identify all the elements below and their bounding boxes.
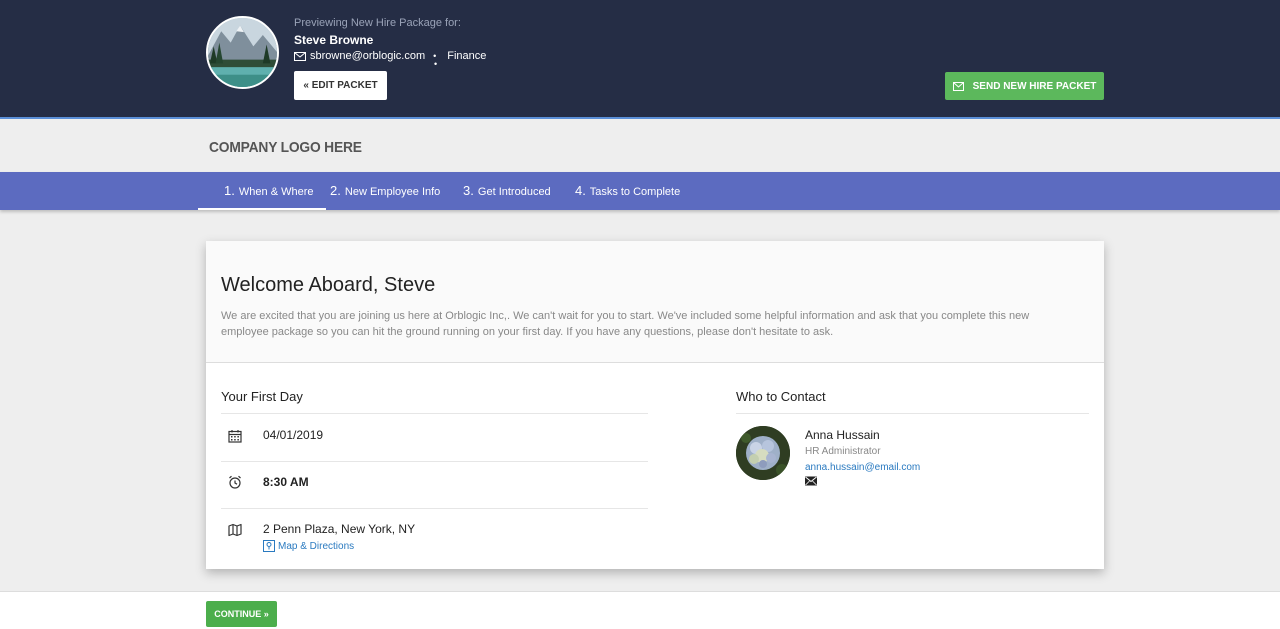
first-day-time: 8:30 AM: [263, 475, 309, 489]
first-day-address: 2 Penn Plaza, New York, NY: [263, 522, 416, 536]
company-logo: COMPANY LOGO HERE: [209, 139, 362, 156]
tab-when-where[interactable]: 1. When & Where: [198, 172, 325, 210]
new-hire-name: Steve Browne: [294, 33, 374, 47]
map-link-label: Map & Directions: [278, 540, 355, 552]
footer-bar: CONTINUE »: [0, 591, 1280, 629]
tab-number: 1.: [224, 183, 235, 198]
contact-title: Who to Contact: [736, 389, 826, 404]
first-day-date: 04/01/2019: [263, 428, 324, 442]
welcome-title: Welcome Aboard, Steve: [221, 274, 436, 296]
contact-email-link[interactable]: anna.hussain@email.com: [805, 462, 920, 473]
mail-icon: [294, 51, 306, 61]
hydrangea-image: [736, 426, 790, 480]
tab-number: 4.: [575, 183, 586, 198]
new-hire-meta: sbrowne@orblogic.com • • Finance: [294, 50, 487, 69]
welcome-header: Welcome Aboard, Steve We are excited tha…: [206, 241, 1104, 363]
calendar-icon: [228, 430, 242, 443]
tab-label: When & Where: [238, 186, 314, 198]
tab-new-employee-info[interactable]: 2. New Employee Info: [330, 172, 440, 210]
new-hire-email: sbrowne@orblogic.com: [310, 50, 426, 62]
alarm-clock-icon: [229, 475, 241, 489]
tab-number: 2.: [330, 183, 341, 198]
map-directions-link[interactable]: Map & Directions: [263, 540, 354, 552]
preview-label: Previewing New Hire Package for:: [294, 17, 461, 29]
tab-get-introduced[interactable]: 3. Get Introduced: [463, 172, 551, 210]
header-bar: Previewing New Hire Package for: Steve B…: [0, 0, 1280, 119]
mountain-lake-image: [208, 18, 277, 87]
welcome-card: Welcome Aboard, Steve We are excited tha…: [206, 241, 1104, 569]
edit-packet-button[interactable]: « EDIT PACKET: [294, 71, 387, 100]
divider: [221, 413, 648, 414]
contact-avatar: [736, 426, 790, 480]
tab-label: New Employee Info: [344, 186, 441, 198]
divider: [221, 461, 648, 462]
new-hire-avatar: [206, 16, 279, 89]
envelope-icon[interactable]: [805, 476, 817, 486]
divider: [736, 413, 1089, 414]
map-pin-icon: [263, 540, 275, 552]
map-icon: [228, 523, 242, 537]
mail-icon: [952, 81, 964, 91]
welcome-text: We are excited that you are joining us h…: [221, 310, 1030, 338]
tab-number: 3.: [463, 183, 474, 198]
new-hire-department: Finance: [447, 50, 487, 62]
continue-button[interactable]: CONTINUE »: [206, 601, 277, 627]
send-new-hire-packet-button[interactable]: SEND NEW HIRE PACKET: [945, 72, 1104, 100]
tab-label: Tasks to Complete: [589, 186, 681, 198]
send-button-label: SEND NEW HIRE PACKET: [972, 80, 1097, 92]
contact-name: Anna Hussain: [805, 428, 880, 442]
tab-label: Get Introduced: [477, 186, 551, 198]
step-nav: 1. When & Where 2. New Employee Info 3. …: [0, 172, 1280, 210]
tab-tasks-to-complete[interactable]: 4. Tasks to Complete: [575, 172, 680, 210]
contact-role: HR Administrator: [805, 446, 881, 457]
separator-dot: •: [434, 59, 438, 69]
first-day-title: Your First Day: [221, 389, 303, 404]
divider: [221, 508, 648, 509]
